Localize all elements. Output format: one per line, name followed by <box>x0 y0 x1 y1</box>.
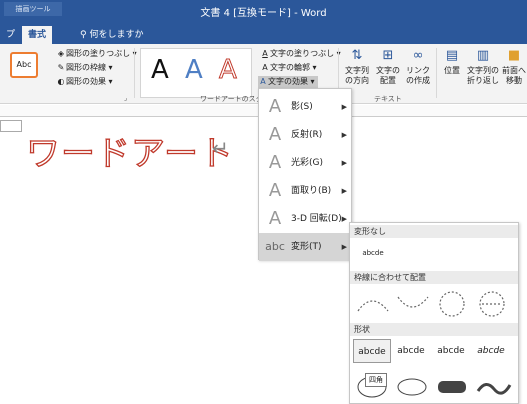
shape-outline-label: 図形の枠線 <box>66 63 106 72</box>
menu-item-shadow[interactable]: A 影(S) ▶ <box>259 93 351 121</box>
create-link-button[interactable]: ∞ リンクの作成 <box>404 48 432 86</box>
menu-item-label: 光彩(G) <box>291 158 323 168</box>
wrap-text-label: 文字列の折り返し <box>467 66 499 85</box>
wordart-style-red-outline[interactable]: A <box>219 55 238 86</box>
menu-item-label: 影(S) <box>291 102 313 112</box>
submenu-arrow-icon: ▶ <box>341 243 347 251</box>
bring-forward-label: 前面へ移動 <box>502 66 526 85</box>
align-text-label: 文字の配置 <box>376 66 400 85</box>
submenu-arrow-icon: ▶ <box>341 215 347 223</box>
menu-item-bevel[interactable]: A 面取り(B) ▶ <box>259 177 351 205</box>
position-button[interactable]: ▤ 位置 <box>440 48 464 76</box>
anchor-box <box>0 120 22 132</box>
follow-path-arch-up[interactable] <box>357 300 389 312</box>
position-icon: ▤ <box>445 48 459 63</box>
text-outline-button[interactable]: A 文字の輪郭 ▾ <box>260 62 316 74</box>
shape-effects-icon: ◐ <box>57 77 65 86</box>
reflection-icon: A <box>268 124 282 145</box>
shape-effects-label: 図形の効果 <box>66 77 106 86</box>
shape-fill-label: 図形の塗りつぶし <box>66 49 131 58</box>
position-label: 位置 <box>444 66 460 75</box>
glow-icon: A <box>268 152 282 173</box>
tab-format[interactable]: 書式 <box>22 26 53 44</box>
follow-path-circle[interactable] <box>439 291 465 317</box>
menu-item-label: 反射(R) <box>291 130 323 140</box>
menu-item-reflection[interactable]: A 反射(R) ▶ <box>259 121 351 149</box>
wrap-text-button[interactable]: ▥ 文字列の折り返し <box>466 48 500 86</box>
shape-outline-button[interactable]: ✎ 図形の枠線 ▾ <box>56 62 113 74</box>
text-fill-button[interactable]: A文字の塗りつぶし ▾ <box>260 48 340 60</box>
no-transform-option[interactable]: abcde <box>354 241 392 265</box>
shape-effects-button[interactable]: ◐ 図形の効果 ▾ <box>56 76 113 88</box>
no-transform-header: 変形なし <box>350 225 518 238</box>
menu-item-glow[interactable]: A 光彩(G) ▶ <box>259 149 351 177</box>
title-bar: 描画ツール 文書 4 [互換モード] - Word <box>0 0 527 26</box>
3d-rotation-icon: A <box>268 208 282 229</box>
warp-option-triangle-up[interactable]: abcde <box>392 339 430 363</box>
submenu-arrow-icon: ▶ <box>341 103 347 111</box>
wordart-style-black[interactable]: A <box>151 55 169 85</box>
text-fill-label: 文字の塗りつぶし <box>270 49 335 58</box>
wordart-style-gallery: A A A <box>140 48 252 98</box>
pencil-icon: ✎ <box>57 63 65 72</box>
text-group-label: テキスト <box>374 95 402 103</box>
wordart-text[interactable]: ワードアート <box>25 126 234 175</box>
submenu-arrow-icon: ▶ <box>341 131 347 139</box>
menu-item-transform[interactable]: abc 変形(T) ▶ <box>259 233 351 261</box>
submenu-arrow-icon: ▶ <box>341 159 347 167</box>
follow-path-header: 枠線に合わせて配置 <box>350 271 518 284</box>
tell-me-label: 何をしますか <box>89 30 144 40</box>
follow-path-button[interactable] <box>479 291 505 317</box>
bevel-icon: A <box>268 180 282 201</box>
menu-item-label: 3-D 回転(D) <box>291 214 342 224</box>
wordart-style-blue[interactable]: A <box>185 55 203 85</box>
menu-item-label: 変形(T) <box>291 242 322 252</box>
paragraph-return-icon: ↵ <box>212 136 229 160</box>
create-link-label: リンクの作成 <box>406 66 430 85</box>
text-direction-label: 文字列の方向 <box>345 66 369 85</box>
tab-partial[interactable]: プ <box>0 26 21 44</box>
link-icon: ∞ <box>412 48 424 63</box>
text-effects-button[interactable]: A 文字の効果 ▾ <box>258 76 318 88</box>
text-effects-label: 文字の効果 <box>268 77 308 86</box>
warp-header: 形状 <box>350 323 518 336</box>
follow-path-arch-down[interactable] <box>397 296 429 308</box>
align-text-button[interactable]: ⊞ 文字の配置 <box>374 48 402 86</box>
text-direction-icon: ⇅ <box>351 48 363 63</box>
bring-forward-icon: ■ <box>507 48 521 63</box>
dialog-launcher-icon[interactable]: ⌟ <box>124 94 127 102</box>
lightbulb-icon: ⚲ <box>80 30 87 40</box>
text-effects-icon: A <box>260 77 266 86</box>
tell-me-search[interactable]: ⚲ 何をしますか <box>80 26 143 44</box>
warp-option-triangle-down[interactable]: abcde <box>432 339 470 363</box>
shape-fill-button[interactable]: ◈図形の塗りつぶし ▾ <box>56 48 137 60</box>
shadow-icon: A <box>268 96 282 117</box>
follow-path-options <box>357 291 505 317</box>
text-fill-icon: A <box>262 49 268 58</box>
warp-option-wave[interactable] <box>476 383 512 395</box>
paint-bucket-icon: ◈ <box>57 49 65 58</box>
warp-option-chevron[interactable]: abcde <box>472 339 510 363</box>
warp-option-square[interactable]: abcde <box>353 339 391 363</box>
text-outline-icon: A <box>262 63 268 72</box>
text-outline-label: 文字の輪郭 <box>270 63 310 72</box>
warp-option-deflate[interactable] <box>438 381 466 393</box>
align-text-icon: ⊞ <box>382 48 394 63</box>
ribbon-tab-row: プ 書式 ⚲ 何をしますか <box>0 26 527 44</box>
warp-option-inflate[interactable] <box>397 378 427 396</box>
separator <box>436 48 437 98</box>
text-direction-button[interactable]: ⇅ 文字列の方向 <box>342 48 372 86</box>
menu-item-label: 面取り(B) <box>291 186 332 196</box>
bring-forward-button[interactable]: ■ 前面へ移動 <box>502 48 526 86</box>
document-title: 文書 4 [互換モード] - Word <box>200 8 327 19</box>
warp-tooltip: 四角 <box>365 373 387 387</box>
text-effects-menu: A 影(S) ▶ A 反射(R) ▶ A 光彩(G) ▶ A 面取り(B) ▶ … <box>258 88 352 261</box>
shape-style-sample[interactable]: Abc <box>10 52 38 78</box>
wrap-text-icon: ▥ <box>476 48 490 63</box>
separator <box>134 48 135 98</box>
submenu-arrow-icon: ▶ <box>341 187 347 195</box>
menu-item-3d-rotation[interactable]: A 3-D 回転(D) ▶ <box>259 205 351 233</box>
transform-icon: abc <box>265 240 285 253</box>
